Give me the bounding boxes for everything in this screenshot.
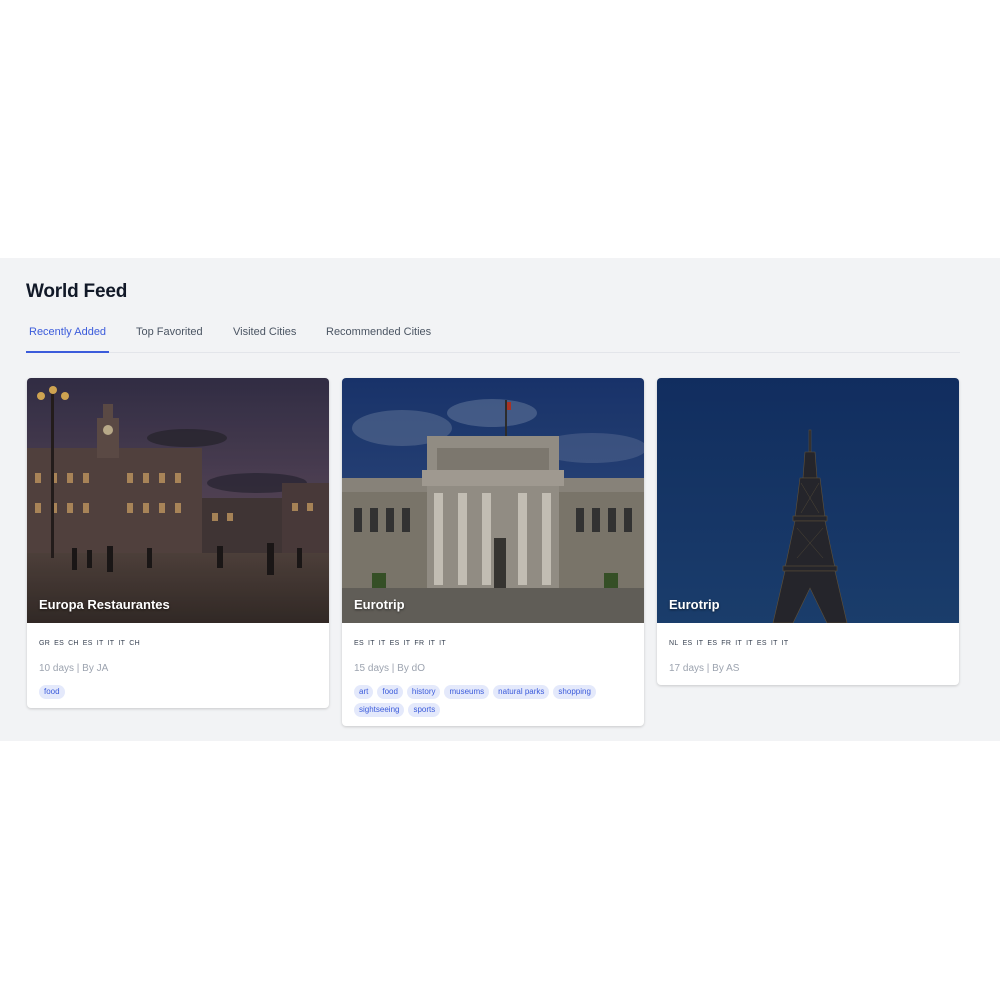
trip-card-title: Europa Restaurantes <box>39 597 170 612</box>
country-code: ES <box>389 640 400 647</box>
country-code: IT <box>96 640 104 647</box>
tab-visited-cities[interactable]: Visited Cities <box>230 320 299 352</box>
trip-card-image[interactable]: Europa Restaurantes <box>27 378 329 623</box>
tag-chip[interactable]: history <box>406 685 441 699</box>
country-code: IT <box>781 640 789 647</box>
country-code: IT <box>428 640 436 647</box>
prado-museum-photo <box>342 378 644 623</box>
country-code: IT <box>367 640 375 647</box>
trip-card[interactable]: Europa Restaurantes GR ES CH ES IT IT IT… <box>27 378 329 708</box>
country-code: IT <box>107 640 115 647</box>
country-code: IT <box>770 640 778 647</box>
tab-recently-added[interactable]: Recently Added <box>26 320 110 353</box>
feed-title: World Feed <box>26 281 128 302</box>
world-feed-section: World Feed Recently Added Top Favorited … <box>0 258 1000 741</box>
tag-chip[interactable]: art <box>354 685 374 699</box>
trip-meta: 17 days | By AS <box>669 663 740 674</box>
country-code: ES <box>682 640 693 647</box>
country-code: ES <box>354 640 364 647</box>
country-flags: NL ES IT ES FR IT IT ES IT IT <box>669 639 947 649</box>
tag-chip[interactable]: sightseeing <box>354 703 405 717</box>
tag-chip[interactable]: natural parks <box>493 685 550 699</box>
trip-card-title: Eurotrip <box>354 597 405 612</box>
tag-list: art food history museums natural parks s… <box>354 685 632 717</box>
country-code: IT <box>696 640 704 647</box>
country-code: IT <box>735 640 743 647</box>
country-flags: GR ES CH ES IT IT IT CH <box>39 639 317 649</box>
country-code: GR <box>39 640 51 647</box>
country-code: IT <box>378 640 386 647</box>
country-code: ES <box>54 640 65 647</box>
trip-card-body: ES IT IT ES IT FR IT IT 15 days | By dO … <box>342 623 644 726</box>
country-flags: ES IT IT ES IT FR IT IT <box>354 639 632 649</box>
tag-chip[interactable]: museums <box>444 685 490 699</box>
country-code: IT <box>439 640 446 647</box>
country-code: CH <box>68 640 79 647</box>
trip-card-body: GR ES CH ES IT IT IT CH 10 days | By JA … <box>27 623 329 708</box>
country-code: CH <box>129 640 140 647</box>
trip-meta: 15 days | By dO <box>354 663 425 674</box>
trip-card[interactable]: Eurotrip NL ES IT ES FR IT IT ES IT IT 1… <box>657 378 959 685</box>
country-code: FR <box>414 640 425 647</box>
trip-card-body: NL ES IT ES FR IT IT ES IT IT 17 days | … <box>657 623 959 685</box>
country-code: IT <box>403 640 411 647</box>
puerta-del-sol-photo <box>27 378 329 623</box>
tag-list: food <box>39 685 317 699</box>
trip-card[interactable]: Eurotrip ES IT IT ES IT FR IT IT 15 days… <box>342 378 644 726</box>
eiffel-tower-photo <box>657 378 959 623</box>
country-code: ES <box>82 640 93 647</box>
trip-card-image[interactable]: Eurotrip <box>657 378 959 623</box>
country-code: NL <box>669 640 679 647</box>
tag-chip[interactable]: sports <box>408 703 441 717</box>
country-code: FR <box>721 640 732 647</box>
tab-recommended-cities[interactable]: Recommended Cities <box>323 320 434 352</box>
country-code: ES <box>707 640 718 647</box>
trip-meta: 10 days | By JA <box>39 663 109 674</box>
trip-card-image[interactable]: Eurotrip <box>342 378 644 623</box>
tag-chip[interactable]: food <box>377 685 403 699</box>
country-code: ES <box>756 640 767 647</box>
trip-card-title: Eurotrip <box>669 597 720 612</box>
feed-tabs: Recently Added Top Favorited Visited Cit… <box>26 320 960 353</box>
tab-top-favorited[interactable]: Top Favorited <box>133 320 206 352</box>
tag-chip[interactable]: food <box>39 685 65 699</box>
country-code: IT <box>118 640 126 647</box>
tag-chip[interactable]: shopping <box>553 685 596 699</box>
country-code: IT <box>746 640 753 647</box>
